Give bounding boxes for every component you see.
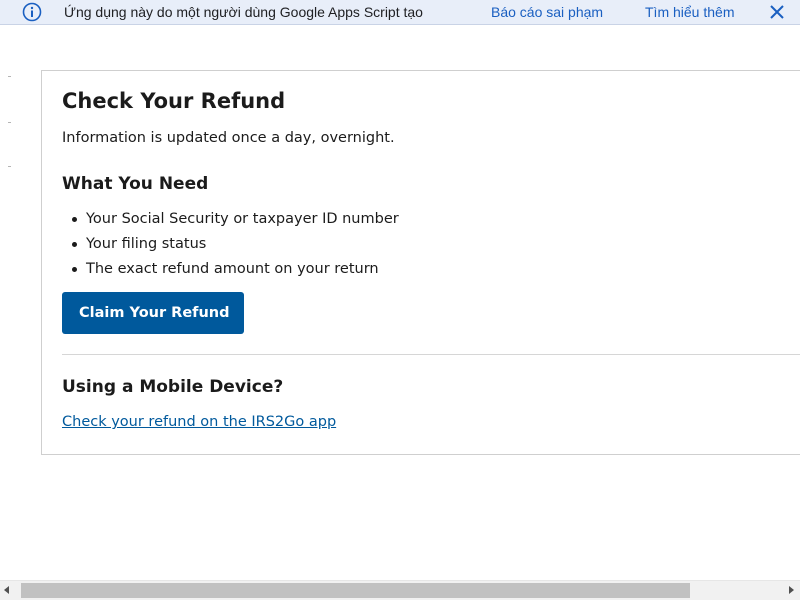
update-info-text: Information is updated once a day, overn… (62, 130, 395, 146)
info-circle-icon (22, 2, 42, 22)
scroll-left-arrow-icon[interactable] (4, 586, 9, 594)
scrollbar-thumb[interactable] (21, 583, 690, 598)
report-abuse-link[interactable]: Báo cáo sai phạm (491, 4, 603, 20)
bullet-icon (72, 267, 77, 272)
page-title: Check Your Refund (62, 89, 286, 113)
scroll-right-arrow-icon[interactable] (789, 586, 794, 594)
left-tick-mark (8, 122, 11, 123)
section-divider (62, 354, 800, 355)
requirement-text: Your Social Security or taxpayer ID numb… (86, 211, 399, 227)
left-tick-mark (8, 166, 11, 167)
check-refund-card: Check Your Refund Information is updated… (41, 70, 800, 455)
requirements-list: Your Social Security or taxpayer ID numb… (62, 209, 399, 284)
close-icon[interactable] (768, 3, 786, 21)
what-you-need-heading: What You Need (62, 174, 209, 194)
requirement-text: The exact refund amount on your return (86, 261, 379, 277)
list-item: Your Social Security or taxpayer ID numb… (62, 209, 399, 234)
irs2go-app-link[interactable]: Check your refund on the IRS2Go app (62, 414, 336, 430)
list-item: The exact refund amount on your return (62, 259, 399, 284)
horizontal-scrollbar[interactable] (0, 580, 800, 600)
bullet-icon (72, 217, 77, 222)
left-tick-mark (8, 76, 11, 77)
requirement-text: Your filing status (86, 236, 207, 252)
bullet-icon (72, 242, 77, 247)
claim-refund-button[interactable]: Claim Your Refund (62, 292, 244, 334)
list-item: Your filing status (62, 234, 399, 259)
notification-message: Ứng dụng này do một người dùng Google Ap… (64, 4, 423, 20)
learn-more-link[interactable]: Tìm hiểu thêm (645, 4, 734, 20)
script-notification-bar: Ứng dụng này do một người dùng Google Ap… (0, 0, 800, 25)
mobile-device-heading: Using a Mobile Device? (62, 377, 284, 397)
